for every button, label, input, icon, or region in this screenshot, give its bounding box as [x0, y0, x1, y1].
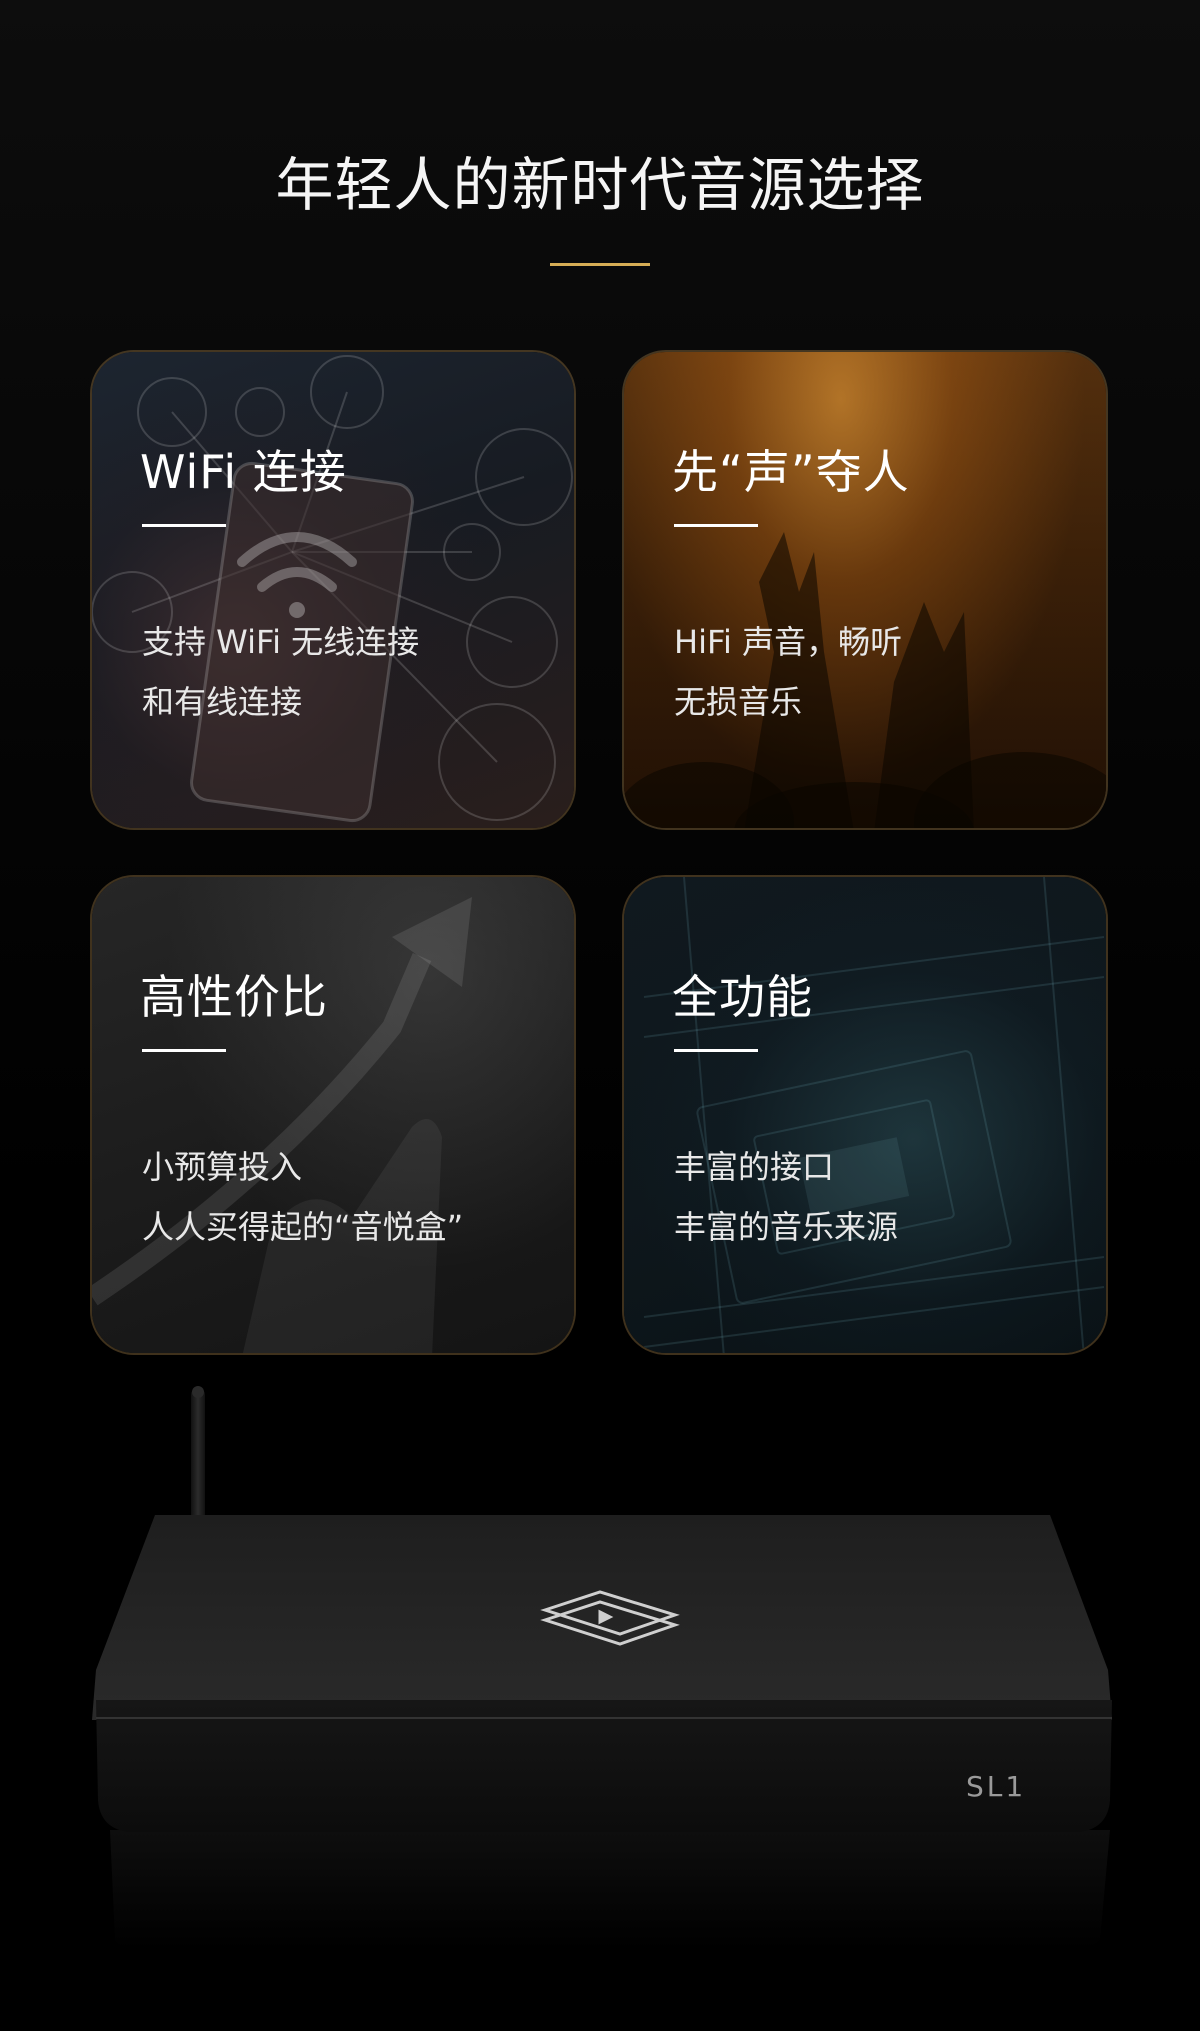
card-title-underline: [674, 524, 758, 527]
card-description-line: HiFi 声音，畅听: [674, 623, 903, 661]
card-title-underline: [674, 1049, 758, 1052]
page-title: 年轻人的新时代音源选择: [275, 151, 925, 219]
feature-card-sound: 先“声”夺人 HiFi 声音，畅听 无损音乐: [622, 350, 1108, 830]
card-description: 小预算投入 人人买得起的“音悦盒”: [142, 1137, 463, 1257]
card-background: [624, 877, 1106, 1353]
card-description: HiFi 声音，畅听 无损音乐: [674, 612, 902, 732]
card-description-line: 支持 WiFi 无线连接: [142, 623, 420, 661]
card-title: 高性价比: [140, 970, 328, 1024]
card-background: [92, 352, 574, 828]
card-description-line: 无损音乐: [674, 683, 803, 721]
card-description: 支持 WiFi 无线连接 和有线连接: [142, 612, 419, 732]
device-illustration: [92, 1386, 1112, 1950]
card-description-line: 人人买得起的“音悦盒”: [142, 1208, 464, 1246]
card-title-underline: [142, 524, 226, 527]
card-title: 先“声”夺人: [672, 445, 910, 499]
feature-card-value: 高性价比 小预算投入 人人买得起的“音悦盒”: [90, 875, 576, 1355]
card-background: [92, 877, 574, 1353]
card-title: 全功能: [672, 970, 813, 1024]
device-model-label: SL1: [966, 1770, 1027, 1803]
card-description: 丰富的接口 丰富的音乐来源: [674, 1137, 898, 1257]
card-description-line: 丰富的接口: [674, 1148, 835, 1186]
card-description-line: 小预算投入: [142, 1148, 303, 1186]
feature-card-wifi: WiFi 连接 支持 WiFi 无线连接 和有线连接: [90, 350, 576, 830]
card-title: WiFi 连接: [140, 445, 347, 499]
card-description-line: 丰富的音乐来源: [674, 1208, 899, 1246]
title-underline: [550, 263, 650, 266]
card-title-underline: [142, 1049, 226, 1052]
feature-card-function: 全功能 丰富的接口 丰富的音乐来源: [622, 875, 1108, 1355]
card-description-line: 和有线连接: [142, 683, 303, 721]
card-background: [624, 352, 1106, 828]
